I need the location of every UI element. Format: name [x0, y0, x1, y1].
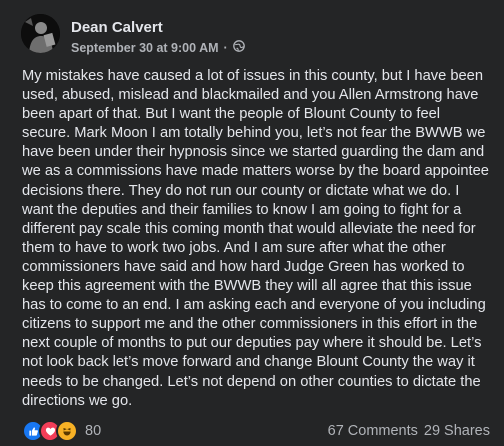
reactions-summary[interactable]: 80: [22, 420, 101, 442]
haha-icon: [56, 420, 78, 442]
author-avatar[interactable]: [21, 14, 60, 53]
post-body: My mistakes have caused a lot of issues …: [22, 68, 489, 409]
globe-icon[interactable]: [232, 40, 245, 55]
post-footer: 80 67 Comments 29 Shares: [22, 420, 490, 442]
post-timestamp[interactable]: September 30 at 9:00 AM: [71, 41, 219, 55]
reaction-count: 80: [85, 423, 102, 439]
shares-count[interactable]: 29 Shares: [424, 423, 490, 439]
meta-separator: ·: [223, 40, 228, 55]
engagement-stats: 67 Comments 29 Shares: [328, 423, 490, 439]
avatar-photo-icon: [21, 14, 60, 53]
author-name[interactable]: Dean Calvert: [71, 19, 163, 36]
comments-count[interactable]: 67 Comments: [328, 423, 418, 439]
facebook-post: Dean Calvert September 30 at 9:00 AM · M…: [0, 0, 504, 446]
post-meta: September 30 at 9:00 AM ·: [71, 40, 245, 55]
